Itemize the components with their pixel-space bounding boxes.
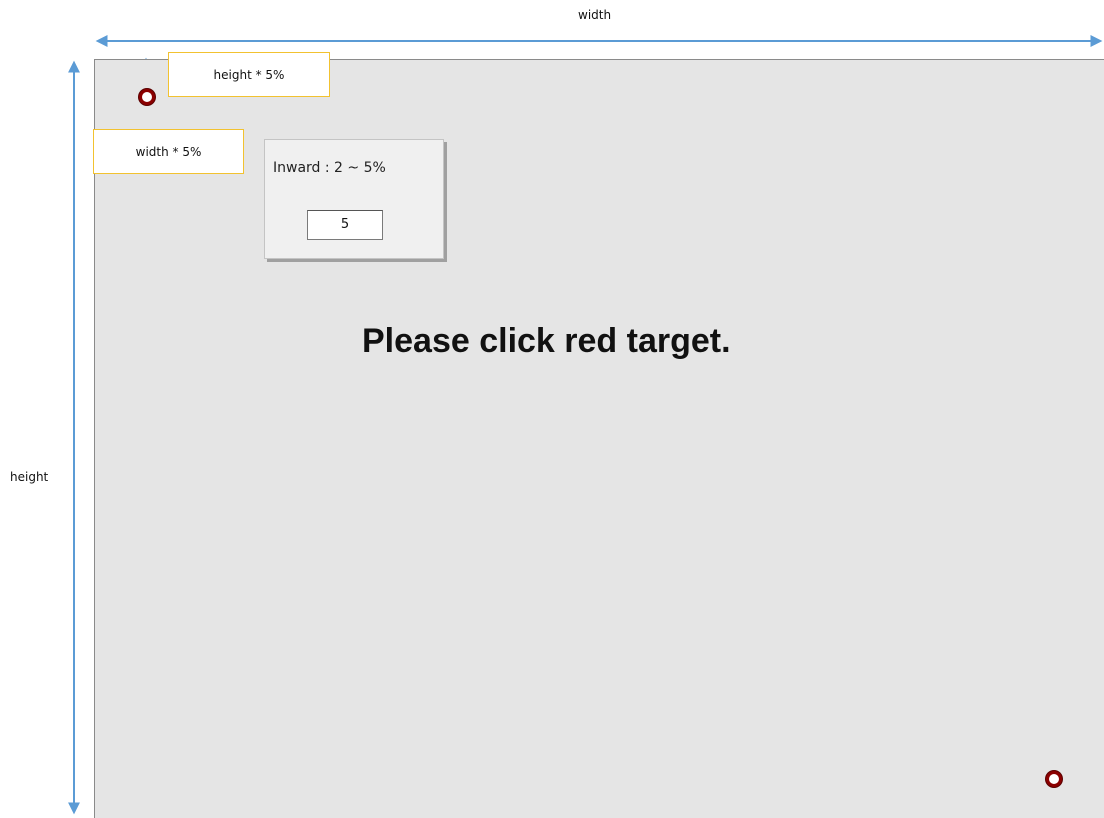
screen-area (94, 59, 1104, 818)
width-percent-label: width * 5% (135, 144, 202, 159)
width-label: width (578, 8, 612, 22)
height-percent-callout: height * 5% (168, 52, 330, 97)
inward-panel: Inward : 2 ~ 5% 5 (264, 139, 444, 259)
red-target-bottom-right[interactable] (1046, 771, 1062, 787)
inward-input[interactable]: 5 (307, 210, 383, 240)
height-percent-label: height * 5% (213, 67, 285, 82)
width-percent-callout: width * 5% (93, 129, 244, 174)
red-target-top-left[interactable] (139, 89, 155, 105)
height-label: height (10, 470, 49, 484)
inward-label: Inward : 2 ~ 5% (273, 160, 386, 176)
instruction-text: Please click red target. (362, 322, 731, 360)
